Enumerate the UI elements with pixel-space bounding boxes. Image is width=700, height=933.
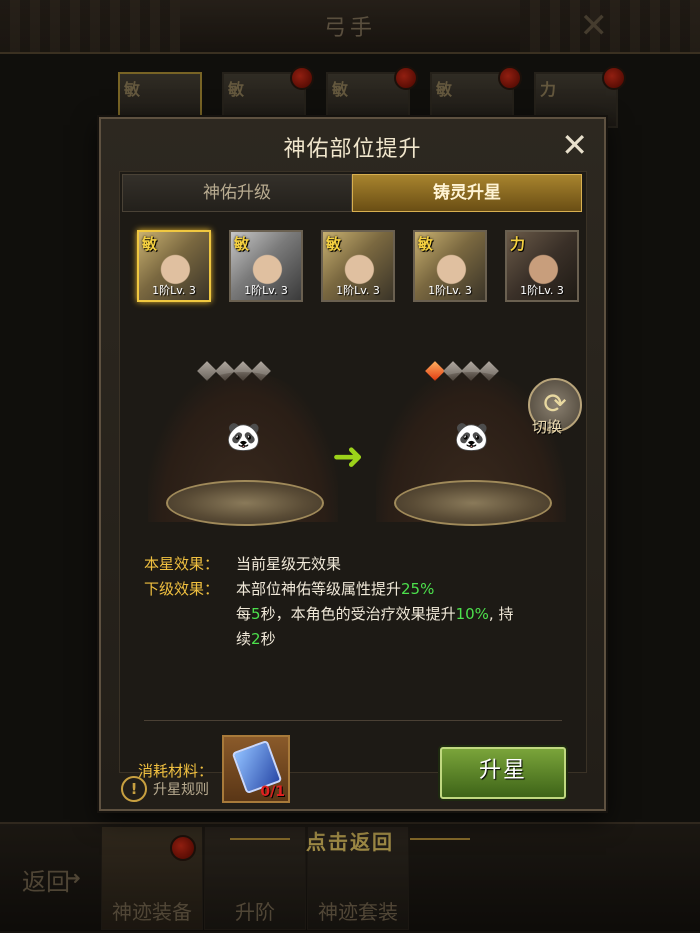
current-pet-icon: 🐼 [226,420,261,453]
upgrade-star-button[interactable]: 升星 [440,747,566,799]
current-effect-label: 本星效果： [144,555,220,573]
next-pedestal [394,480,552,526]
close-icon[interactable]: ✕ [561,125,588,165]
rules-label: 升星规则 [153,782,209,798]
hero-level: 1阶Lv. 3 [520,284,564,297]
switch-label: 切换 [532,418,563,436]
hero-card[interactable]: 敏 1阶Lv. 3 [321,230,395,302]
hero-attr: 敏 [234,235,250,253]
hero-card[interactable]: 敏 1阶Lv. 3 [137,230,211,302]
rules-link[interactable]: ! 升星规则 [121,776,209,802]
effects-line3: 续2秒 [236,630,276,648]
star-upgrade-dialog: 神佑部位提升 ✕ 神佑升级 铸灵升星 敏 1阶Lv. 3 敏 1阶Lv. 3 敏 1阶Lv… [99,117,606,811]
tab-soul-star-upgrade[interactable]: 铸灵升星 [352,174,582,212]
info-icon: ! [121,776,147,802]
tab-blessing-upgrade[interactable]: 神佑升级 [122,174,352,212]
hero-attr: 敏 [142,235,158,253]
hero-level: 1阶Lv. 3 [152,284,196,297]
hero-attr: 敏 [326,235,342,253]
current-pedestal [166,480,324,526]
hero-selector: 敏 1阶Lv. 3 敏 1阶Lv. 3 敏 1阶Lv. 3 敏 1阶Lv. 3 力 1阶Lv. 3 [137,230,579,302]
material-slot[interactable]: 0/1 [222,735,290,803]
next-effect-value: 本部位神佑等级属性提升25% 每5秒，本角色的受治疗效果提升10%, 持 [236,580,514,623]
divider [144,720,562,721]
hero-attr: 敏 [418,235,434,253]
current-stage: 🐼 [148,364,338,544]
material-count: 0/1 [260,784,285,800]
hero-level: 1阶Lv. 3 [428,284,472,297]
hero-card[interactable]: 敏 1阶Lv. 3 [413,230,487,302]
tab-bar: 神佑升级 铸灵升星 [122,174,582,212]
hero-level: 1阶Lv. 3 [336,284,380,297]
hero-card[interactable]: 力 1阶Lv. 3 [505,230,579,302]
effects-block: 本星效果： 当前星级无效果 下级效果： 本部位神佑等级属性提升25% 每5秒，本… [144,552,564,627]
next-effect-label: 下级效果： [144,580,220,598]
hero-card[interactable]: 敏 1阶Lv. 3 [229,230,303,302]
hero-attr: 力 [510,235,526,253]
dialog-panel: 神佑升级 铸灵升星 敏 1阶Lv. 3 敏 1阶Lv. 3 敏 1阶Lv. 3 敏 1阶Lv.… [119,171,587,803]
dialog-title: 神佑部位提升 [283,137,422,162]
hero-level: 1阶Lv. 3 [244,284,288,297]
arrow-right-icon: ➜ [332,434,364,478]
current-effect-value: 当前星级无效果 [236,555,342,573]
next-pet-icon: 🐼 [454,420,489,453]
